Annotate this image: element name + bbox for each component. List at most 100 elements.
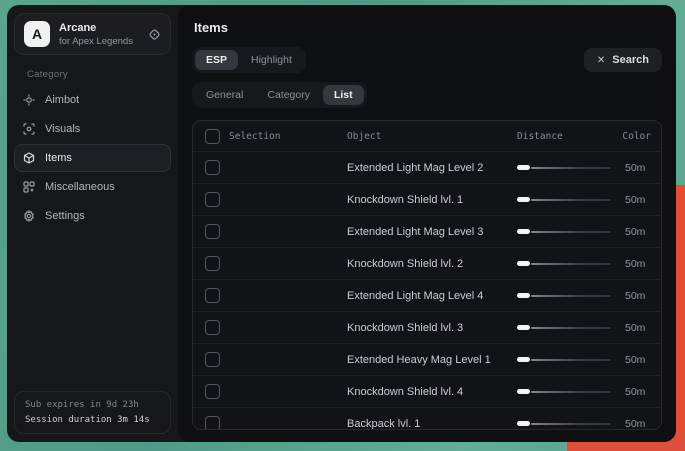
sidebar-item-items[interactable]: Items bbox=[14, 144, 171, 172]
distance-slider[interactable] bbox=[517, 195, 611, 205]
distance-slider[interactable] bbox=[517, 227, 611, 237]
app-subtitle: for Apex Legends bbox=[59, 36, 139, 47]
distance-slider[interactable] bbox=[517, 419, 611, 429]
distance-cell: 50m bbox=[517, 226, 645, 238]
row-checkbox[interactable] bbox=[205, 160, 220, 175]
object-name: Extended Light Mag Level 2 bbox=[347, 162, 517, 174]
close-icon: ✕ bbox=[597, 55, 605, 66]
distance-value: 50m bbox=[625, 194, 645, 206]
row-checkbox[interactable] bbox=[205, 256, 220, 271]
table-header-row: Selection Object Distance Color bbox=[193, 121, 661, 151]
distance-cell: 50m bbox=[517, 386, 645, 398]
row-checkbox[interactable] bbox=[205, 192, 220, 207]
color-cell bbox=[645, 162, 662, 174]
distance-slider[interactable] bbox=[517, 163, 611, 173]
row-checkbox[interactable] bbox=[205, 224, 220, 239]
column-header-selection: Selection bbox=[229, 131, 347, 142]
sub-expires-text: Sub expires in 9d 23h bbox=[25, 400, 160, 410]
object-name: Knockdown Shield lvl. 2 bbox=[347, 258, 517, 270]
distance-value: 50m bbox=[625, 290, 645, 302]
table-row: Knockdown Shield lvl. 3 50m bbox=[193, 311, 661, 343]
sidebar-item-visuals[interactable]: Visuals bbox=[14, 115, 171, 143]
table-row: Backpack lvl. 1 50m bbox=[193, 407, 661, 430]
package-box-icon bbox=[23, 152, 35, 164]
sidebar-item-label: Aimbot bbox=[45, 94, 79, 106]
row-select-cell bbox=[193, 288, 229, 303]
tab-highlight[interactable]: Highlight bbox=[240, 50, 303, 70]
page-title: Items bbox=[194, 20, 662, 35]
search-button[interactable]: ✕ Search bbox=[584, 48, 662, 72]
slider-thumb[interactable] bbox=[517, 261, 530, 266]
tab-category[interactable]: Category bbox=[256, 85, 321, 105]
row-select-cell bbox=[193, 352, 229, 367]
distance-slider[interactable] bbox=[517, 387, 611, 397]
row-select-cell bbox=[193, 224, 229, 239]
crosshair-icon bbox=[23, 94, 35, 106]
slider-track bbox=[531, 391, 611, 393]
sidebar-item-miscellaneous[interactable]: Miscellaneous bbox=[14, 173, 171, 201]
tab-list[interactable]: List bbox=[323, 85, 364, 105]
sidebar-item-label: Items bbox=[45, 152, 72, 164]
row-checkbox[interactable] bbox=[205, 384, 220, 399]
color-cell bbox=[645, 290, 662, 302]
session-card: Sub expires in 9d 23h Session duration 3… bbox=[14, 391, 171, 434]
slider-thumb[interactable] bbox=[517, 357, 530, 362]
slider-thumb[interactable] bbox=[517, 197, 530, 202]
color-cell bbox=[645, 418, 662, 430]
table-row: Knockdown Shield lvl. 1 50m bbox=[193, 183, 661, 215]
sidebar-section-label: Category bbox=[27, 69, 172, 80]
row-select-cell bbox=[193, 192, 229, 207]
slider-thumb[interactable] bbox=[517, 229, 530, 234]
search-button-label: Search bbox=[612, 54, 649, 66]
session-duration-text: Session duration 3m 14s bbox=[25, 415, 160, 425]
slider-track bbox=[531, 295, 611, 297]
select-all-checkbox[interactable] bbox=[205, 129, 220, 144]
distance-cell: 50m bbox=[517, 162, 645, 174]
sidebar-item-settings[interactable]: Settings bbox=[14, 202, 171, 230]
object-name: Knockdown Shield lvl. 1 bbox=[347, 194, 517, 206]
brand-text: Arcane for Apex Legends bbox=[59, 22, 139, 47]
distance-slider[interactable] bbox=[517, 259, 611, 269]
object-name: Extended Heavy Mag Level 1 bbox=[347, 354, 517, 366]
sidebar: A Arcane for Apex Legends Category Aimbo… bbox=[7, 5, 178, 442]
sidebar-menu: Aimbot Visuals Items Miscellaneous bbox=[13, 86, 172, 230]
view-tabs-row: General Category List bbox=[192, 82, 662, 108]
table-row: Knockdown Shield lvl. 2 50m bbox=[193, 247, 661, 279]
column-header-color: Color bbox=[615, 131, 661, 142]
slider-thumb[interactable] bbox=[517, 165, 530, 170]
slider-thumb[interactable] bbox=[517, 293, 530, 298]
slider-thumb[interactable] bbox=[517, 325, 530, 330]
table-row: Extended Light Mag Level 4 50m bbox=[193, 279, 661, 311]
distance-slider[interactable] bbox=[517, 323, 611, 333]
row-checkbox[interactable] bbox=[205, 352, 220, 367]
sidebar-item-label: Visuals bbox=[45, 123, 80, 135]
object-name: Knockdown Shield lvl. 4 bbox=[347, 386, 517, 398]
row-select-cell bbox=[193, 320, 229, 335]
color-cell bbox=[645, 322, 662, 334]
tab-esp[interactable]: ESP bbox=[195, 50, 238, 70]
row-checkbox[interactable] bbox=[205, 320, 220, 335]
distance-slider[interactable] bbox=[517, 355, 611, 365]
distance-value: 50m bbox=[625, 386, 645, 398]
slider-thumb[interactable] bbox=[517, 421, 530, 426]
distance-cell: 50m bbox=[517, 354, 645, 366]
sidebar-item-aimbot[interactable]: Aimbot bbox=[14, 86, 171, 114]
gear-icon bbox=[23, 210, 35, 222]
compass-diamond-icon[interactable] bbox=[148, 28, 161, 41]
column-header-distance: Distance bbox=[517, 131, 615, 142]
grid-apps-icon bbox=[23, 181, 35, 193]
table-row: Knockdown Shield lvl. 4 50m bbox=[193, 375, 661, 407]
color-cell bbox=[645, 258, 662, 270]
distance-slider[interactable] bbox=[517, 291, 611, 301]
slider-thumb[interactable] bbox=[517, 389, 530, 394]
app-title: Arcane bbox=[59, 22, 139, 34]
mode-tabs-row: ESP Highlight ✕ Search bbox=[192, 47, 662, 73]
tab-general[interactable]: General bbox=[195, 85, 254, 105]
slider-track bbox=[531, 167, 611, 169]
row-checkbox[interactable] bbox=[205, 416, 220, 430]
color-cell bbox=[645, 386, 662, 398]
distance-cell: 50m bbox=[517, 322, 645, 334]
row-select-cell bbox=[193, 384, 229, 399]
row-checkbox[interactable] bbox=[205, 288, 220, 303]
distance-value: 50m bbox=[625, 258, 645, 270]
